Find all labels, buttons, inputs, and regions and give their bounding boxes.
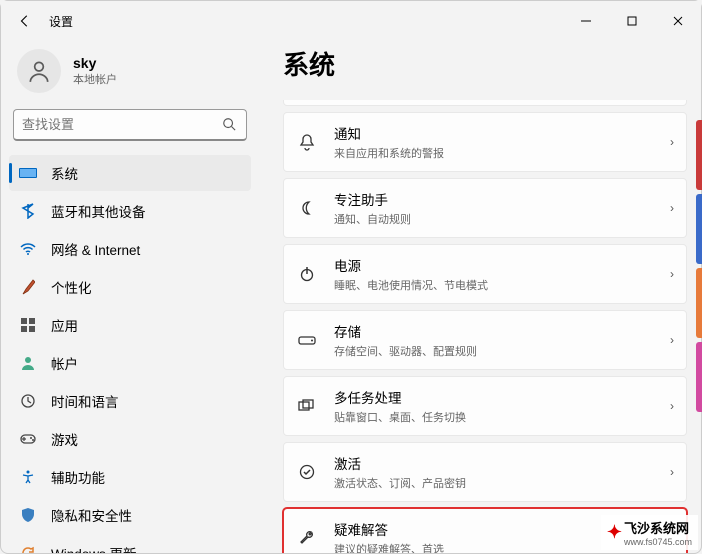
sidebar-item-accounts[interactable]: 帐户 — [9, 345, 251, 381]
sidebar-item-label: 游戏 — [51, 429, 78, 449]
card-subtitle: 睡眠、电池使用情况、节电模式 — [334, 277, 662, 293]
chevron-right-icon: › — [670, 333, 674, 347]
card-subtitle: 存储空间、驱动器、配置规则 — [334, 343, 662, 359]
sidebar-item-time[interactable]: 时间和语言 — [9, 383, 251, 419]
chevron-right-icon: › — [670, 135, 674, 149]
watermark-url: www.fs0745.com — [624, 537, 692, 547]
card-power[interactable]: 电源 睡眠、电池使用情况、节电模式 › — [283, 244, 687, 304]
sidebar-item-personalization[interactable]: 个性化 — [9, 269, 251, 305]
titlebar: 设置 — [1, 1, 701, 41]
sidebar-item-apps[interactable]: 应用 — [9, 307, 251, 343]
watermark-logo: ✦ — [607, 522, 622, 543]
shield-icon — [19, 506, 37, 524]
power-icon — [296, 263, 318, 285]
card-subtitle: 激活状态、订阅、产品密钥 — [334, 475, 662, 491]
window-title: 设置 — [49, 13, 73, 30]
search-icon — [222, 117, 238, 133]
card-title: 存储 — [334, 321, 662, 341]
account-name: sky — [73, 55, 117, 71]
search-input[interactable] — [22, 117, 222, 132]
accessibility-icon — [19, 468, 37, 486]
close-button[interactable] — [655, 5, 701, 37]
sidebar-item-label: Windows 更新 — [51, 543, 137, 553]
card-title: 通知 — [334, 123, 662, 143]
card-notifications[interactable]: 通知 来自应用和系统的警报 › — [283, 112, 687, 172]
moon-icon — [296, 197, 318, 219]
sidebar-item-label: 辅助功能 — [51, 467, 105, 487]
drive-icon — [296, 329, 318, 351]
chevron-right-icon: › — [670, 465, 674, 479]
window-body: sky 本地帐户 系统 蓝牙和其他设备 网络 & Internet — [1, 41, 701, 553]
page-title: 系统 — [283, 45, 687, 82]
chevron-right-icon: › — [670, 399, 674, 413]
sidebar-item-label: 个性化 — [51, 277, 92, 297]
sidebar-item-label: 网络 & Internet — [51, 239, 140, 259]
account-section[interactable]: sky 本地帐户 — [9, 45, 251, 109]
bell-icon — [296, 131, 318, 153]
sidebar-item-update[interactable]: Windows 更新 — [9, 535, 251, 553]
update-icon — [19, 544, 37, 553]
gamepad-icon — [19, 430, 37, 448]
avatar — [17, 49, 61, 93]
sidebar-item-label: 蓝牙和其他设备 — [51, 201, 146, 221]
maximize-button[interactable] — [609, 5, 655, 37]
card-focus[interactable]: 专注助手 通知、自动规则 › — [283, 178, 687, 238]
settings-window: 设置 sky 本地帐户 — [0, 0, 702, 554]
check-circle-icon — [296, 461, 318, 483]
partial-card-above — [283, 100, 687, 106]
card-subtitle: 贴靠窗口、桌面、任务切换 — [334, 409, 662, 425]
clock-icon — [19, 392, 37, 410]
back-button[interactable] — [9, 5, 41, 37]
card-subtitle: 通知、自动规则 — [334, 211, 662, 227]
sidebar-item-gaming[interactable]: 游戏 — [9, 421, 251, 457]
card-title: 多任务处理 — [334, 387, 662, 407]
sidebar-item-privacy[interactable]: 隐私和安全性 — [9, 497, 251, 533]
main-panel: 系统 通知 来自应用和系统的警报 › 专注助手 通知、自动规则 › — [259, 41, 701, 553]
bluetooth-icon — [19, 202, 37, 220]
chevron-right-icon: › — [670, 267, 674, 281]
account-subtitle: 本地帐户 — [73, 71, 117, 87]
wifi-icon — [19, 240, 37, 258]
sidebar-item-bluetooth[interactable]: 蓝牙和其他设备 — [9, 193, 251, 229]
watermark: ✦ 飞沙系统网 www.fs0745.com — [601, 515, 698, 550]
system-icon — [19, 164, 37, 182]
card-storage[interactable]: 存储 存储空间、驱动器、配置规则 › — [283, 310, 687, 370]
sidebar-item-label: 应用 — [51, 315, 78, 335]
sidebar-item-label: 时间和语言 — [51, 391, 119, 411]
watermark-brand: 飞沙系统网 — [624, 521, 689, 536]
card-activation[interactable]: 激活 激活状态、订阅、产品密钥 › — [283, 442, 687, 502]
person-icon — [19, 354, 37, 372]
card-title: 激活 — [334, 453, 662, 473]
card-subtitle: 来自应用和系统的警报 — [334, 145, 662, 161]
edge-decoration — [696, 120, 702, 460]
sidebar-item-label: 隐私和安全性 — [51, 505, 132, 525]
wrench-icon — [296, 527, 318, 549]
sidebar-item-label: 系统 — [51, 163, 78, 183]
window-controls — [563, 5, 701, 37]
card-multitasking[interactable]: 多任务处理 贴靠窗口、桌面、任务切换 › — [283, 376, 687, 436]
search-box[interactable] — [13, 109, 247, 141]
card-title: 电源 — [334, 255, 662, 275]
sidebar-item-network[interactable]: 网络 & Internet — [9, 231, 251, 267]
brush-icon — [19, 278, 37, 296]
sidebar: sky 本地帐户 系统 蓝牙和其他设备 网络 & Internet — [1, 41, 259, 553]
chevron-right-icon: › — [670, 201, 674, 215]
card-title: 专注助手 — [334, 189, 662, 209]
sidebar-item-accessibility[interactable]: 辅助功能 — [9, 459, 251, 495]
sidebar-item-label: 帐户 — [51, 353, 78, 373]
sidebar-item-system[interactable]: 系统 — [9, 155, 251, 191]
windows-icon — [296, 395, 318, 417]
apps-icon — [19, 316, 37, 334]
minimize-button[interactable] — [563, 5, 609, 37]
